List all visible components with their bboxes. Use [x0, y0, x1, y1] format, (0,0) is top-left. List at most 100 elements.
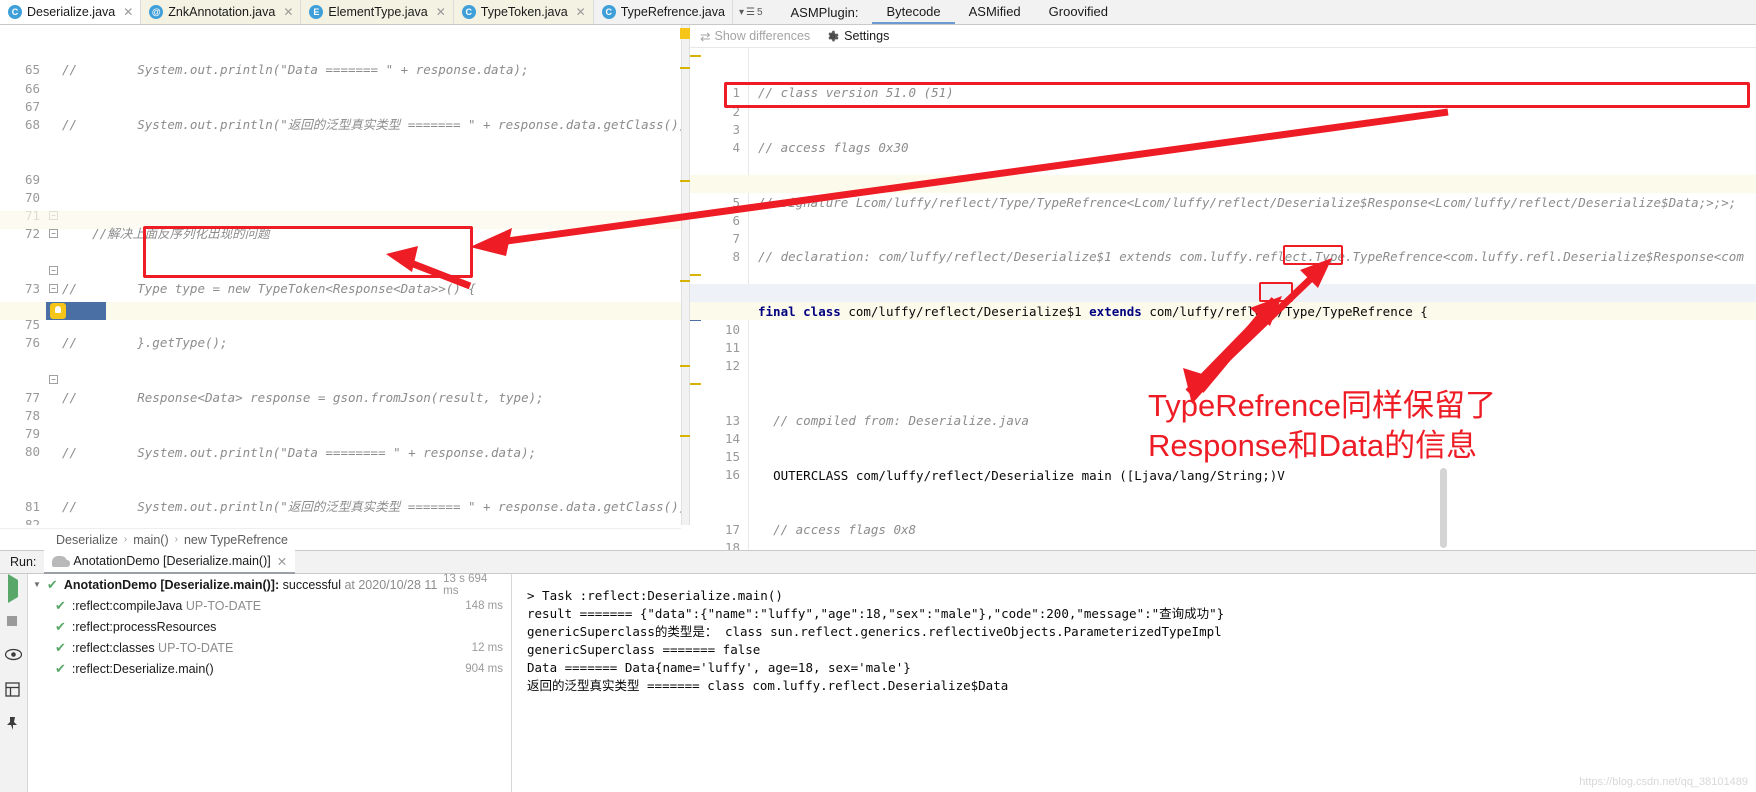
task-duration: 904 ms	[465, 662, 503, 675]
close-icon[interactable]: ✕	[123, 5, 133, 19]
tab-overflow-button[interactable]: ▾ ☰ 5	[733, 0, 769, 24]
build-tree-row[interactable]: ✔ :reflect:classes UP-TO-DATE 12 ms	[29, 637, 511, 658]
breadcrumb[interactable]: Deserialize › main() › new TypeRefrence	[0, 528, 681, 550]
toggle-tasks-icon[interactable]	[4, 648, 23, 666]
success-check-icon: ✔	[46, 576, 58, 592]
tab-label: Deserialize.java	[27, 5, 116, 19]
build-root-bold: AnotationDemo [Deserialize.main()]:	[63, 577, 280, 592]
tab-bytecode[interactable]: Bytecode	[872, 0, 955, 24]
bytecode-toolbar: ⇄ Show differences Settings	[690, 25, 1756, 48]
close-icon[interactable]: ✕	[277, 554, 287, 569]
asm-plugin-label: ASMPlugin:	[790, 4, 859, 20]
class-icon: C	[8, 5, 22, 19]
build-tree-row[interactable]: ✔ :reflect:compileJava UP-TO-DATE 148 ms	[29, 595, 511, 616]
change-marker	[690, 55, 701, 57]
console-line-3: genericSuperclass ======= false	[527, 642, 761, 657]
console-line-2: genericSuperclass的类型是： class sun.reflect…	[527, 624, 1222, 639]
breadcrumb-separator: ›	[123, 534, 128, 545]
tab-label: ElementType.java	[328, 5, 428, 19]
bytecode-viewer[interactable]: ⇄ Show differences Settings 1234 5678 91…	[690, 25, 1756, 550]
tab-elementtype-java[interactable]: E ElementType.java ✕	[301, 0, 454, 24]
run-side-toolbar[interactable]	[0, 574, 28, 792]
editor-gutter: 65666768 69707172 73747576 77787980 8182…	[24, 62, 40, 525]
pane-splitter[interactable]	[680, 25, 691, 525]
diff-icon: ⇄	[700, 29, 711, 44]
bytecode-lines[interactable]: // class version 51.0 (51) // access fla…	[758, 48, 1756, 550]
breadcrumb-separator: ›	[174, 534, 178, 545]
expand-all-icon[interactable]	[4, 682, 23, 700]
console-line-4: Data ======= Data{name='luffy', age=18, …	[527, 660, 911, 675]
annotation-callout-text: TypeRefrence同样保留了 Response和Data的信息	[1148, 388, 1496, 463]
task-label: :reflect:Deserialize.main()	[72, 662, 459, 676]
list-icon: ☰	[745, 6, 755, 18]
run-tab-label: AnotationDemo [Deserialize.main()]	[73, 554, 271, 568]
tab-typetoken-java[interactable]: C TypeToken.java ✕	[453, 0, 594, 24]
class-icon: C	[601, 5, 616, 19]
run-configuration-tab[interactable]: AnotationDemo [Deserialize.main()] ✕	[44, 550, 296, 574]
bc-line-6	[758, 357, 1756, 375]
settings-button[interactable]: Settings	[826, 29, 889, 43]
stop-icon[interactable]	[5, 614, 23, 632]
code-line-71: // Response<Data> response = gson.fromJs…	[62, 389, 544, 405]
build-root-label: AnotationDemo [Deserialize.main()]: succ…	[64, 578, 437, 592]
task-suffix: UP-TO-DATE	[182, 598, 262, 613]
code-line-70: // }.getType();	[62, 335, 228, 351]
task-name: :reflect:Deserialize.main()	[71, 661, 214, 676]
fold-marker[interactable]: −	[49, 229, 58, 238]
fold-marker[interactable]: −	[49, 375, 58, 384]
code-line-69: // Type type = new TypeToken<Response<Da…	[62, 280, 476, 296]
close-icon[interactable]: ✕	[436, 5, 446, 19]
collapse-triangle-icon[interactable]: ▼	[33, 580, 41, 589]
build-root-timestamp: at 2020/10/28 11:37	[344, 577, 438, 592]
code-line-66: // System.out.println("返回的泛型真实类型 =======…	[62, 117, 681, 132]
editor-tab-bar: C Deserialize.java ✕ @ ZnkAnnotation.jav…	[0, 0, 1756, 25]
task-name: :reflect:processResources	[71, 619, 217, 634]
java-editor[interactable]: 65666768 69707172 73747576 77787980 8182…	[0, 25, 681, 525]
fold-marker[interactable]: −	[49, 266, 58, 275]
show-differences-label: Show differences	[714, 29, 811, 43]
console-line-5: 返回的泛型真实类型 ======= class com.luffy.reflec…	[527, 678, 1009, 693]
close-icon[interactable]: ✕	[576, 5, 586, 19]
breadcrumb-item-0[interactable]: Deserialize	[56, 533, 118, 547]
build-output-tree[interactable]: ▼ ✔ AnotationDemo [Deserialize.main()]: …	[29, 572, 512, 792]
rerun-icon[interactable]	[5, 574, 23, 603]
build-root-duration: 13 s 694 ms	[443, 572, 488, 597]
breadcrumb-item-2[interactable]: new TypeRefrence	[184, 533, 288, 547]
bc-line-2: // access flags 0x30	[758, 140, 909, 155]
build-tree-row[interactable]: ✔ :reflect:processResources	[29, 616, 511, 637]
task-duration: 148 ms	[465, 599, 503, 612]
tab-label: TypeToken.java	[480, 5, 568, 19]
bc-line-1: // class version 51.0 (51)	[758, 85, 954, 101]
task-label: :reflect:compileJava UP-TO-DATE	[72, 599, 459, 613]
success-check-icon: ✔	[55, 618, 66, 634]
tab-znkannotation-java[interactable]: @ ZnkAnnotation.java ✕	[141, 0, 302, 24]
bytecode-body[interactable]: 1234 5678 9101112 13141516 17181920 2122…	[690, 48, 1756, 550]
class-icon: C	[461, 5, 476, 19]
code-line-68: //解决上面反序列化出现的问题	[92, 226, 270, 242]
breadcrumb-item-1[interactable]: main()	[133, 533, 168, 547]
run-console[interactable]: > Task :reflect:Deserialize.main() resul…	[513, 574, 1756, 792]
bytecode-vertical-scrollbar[interactable]	[1440, 468, 1447, 548]
tab-groovified[interactable]: Groovified	[1035, 0, 1122, 24]
tab-typerefrence-java[interactable]: C TypeRefrence.java	[593, 0, 733, 24]
tab-deserialize-java[interactable]: C Deserialize.java ✕	[0, 0, 142, 24]
fold-marker[interactable]: −	[49, 284, 58, 293]
editor-lines[interactable]: // System.out.println("Data ======= " + …	[62, 25, 681, 525]
editor-fold-column[interactable]: − − − − − −	[46, 25, 60, 525]
code-line-65: // System.out.println("Data ======= " + …	[62, 62, 529, 78]
task-name: :reflect:compileJava	[71, 598, 183, 613]
run-label: Run:	[10, 555, 37, 569]
code-line-73: // System.out.println("返回的泛型真实类型 =======…	[62, 499, 681, 515]
build-tree-row[interactable]: ▼ ✔ AnotationDemo [Deserialize.main()]: …	[29, 572, 511, 597]
bc-line-8: OUTERCLASS com/luffy/reflect/Deserialize…	[773, 467, 1285, 483]
bc-line-3: // signature Lcom/luffy/reflect/Type/Typ…	[758, 194, 1737, 210]
bc-line-5: final class com/luffy/reflect/Deserializ…	[758, 303, 1428, 319]
build-tree-row[interactable]: ✔ :reflect:Deserialize.main() 904 ms	[29, 658, 511, 679]
show-differences-button[interactable]: ⇄ Show differences	[700, 29, 810, 44]
console-line-1: result ======= {"data":{"name":"luffy","…	[527, 606, 1225, 621]
close-icon[interactable]: ✕	[283, 5, 293, 19]
pin-icon[interactable]	[5, 716, 23, 734]
watermark: https://blog.csdn.net/qq_38101489	[1579, 776, 1748, 788]
tab-asmified[interactable]: ASMified	[955, 0, 1035, 24]
